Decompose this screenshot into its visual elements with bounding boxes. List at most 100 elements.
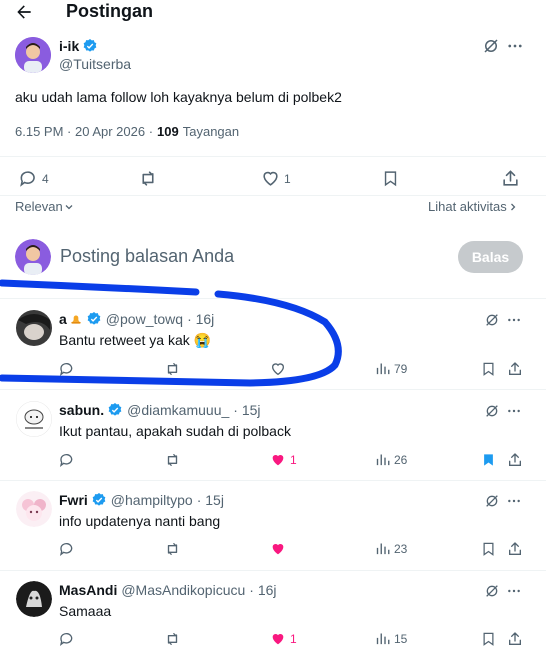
bookmark-action[interactable] — [481, 631, 496, 647]
analytics-icon — [376, 633, 390, 645]
heart-icon — [263, 171, 278, 186]
back-button[interactable] — [14, 2, 36, 22]
reply-author-name[interactable]: sabun. — [59, 402, 104, 418]
views-count: 109 — [157, 124, 179, 139]
divider — [0, 156, 546, 157]
view-activity-link[interactable]: Lihat aktivitas — [428, 199, 519, 214]
bookmark-icon — [483, 632, 494, 646]
reply-author-handle[interactable]: @pow_towq — [106, 311, 183, 327]
reply-action[interactable] — [59, 631, 75, 647]
sort-relevant-button[interactable]: Relevan — [15, 199, 75, 214]
bookmark-icon — [483, 362, 494, 376]
share-icon — [509, 453, 521, 466]
more-horizontal-icon — [508, 44, 522, 48]
reply-action[interactable] — [59, 541, 75, 557]
reply-input[interactable]: Posting balasan Anda — [60, 246, 440, 267]
post-timestamp[interactable]: 6.15 PM · 20 Apr 2026 · — [15, 124, 153, 139]
more-horizontal-icon — [508, 589, 520, 593]
page-title: Postingan — [66, 1, 154, 21]
like-action[interactable] — [270, 541, 286, 557]
like-count: 1 — [290, 632, 297, 646]
more-horizontal-icon — [508, 409, 520, 413]
avatar[interactable] — [15, 37, 51, 73]
more-options-button[interactable] — [506, 312, 522, 328]
grok-icon — [486, 314, 498, 326]
grok-icon — [484, 39, 498, 53]
reply-author-name[interactable]: Fwri — [59, 492, 88, 508]
share-icon — [503, 170, 518, 186]
grok-button[interactable] — [484, 493, 500, 509]
avatar[interactable] — [16, 401, 52, 437]
reply-author-handle[interactable]: @MasAndikopicucu — [121, 582, 245, 598]
repost-icon — [142, 171, 154, 186]
avatar[interactable] — [16, 310, 52, 346]
heart-filled-icon — [272, 634, 284, 645]
views-action[interactable]: 23 — [375, 541, 407, 556]
reply-submit-button[interactable]: Balas — [458, 241, 523, 273]
repost-icon — [167, 543, 178, 555]
more-options-button[interactable] — [506, 37, 524, 55]
post-meta: 6.15 PM · 20 Apr 2026 · 109 Tayangan — [15, 124, 239, 139]
reply-time[interactable]: · 16j — [187, 311, 214, 327]
reply-time[interactable]: · 16j — [249, 582, 276, 598]
grok-button[interactable] — [484, 403, 500, 419]
more-options-button[interactable] — [506, 403, 522, 419]
repost-action[interactable] — [164, 541, 181, 557]
more-options-button[interactable] — [506, 583, 522, 599]
analytics-icon — [376, 363, 390, 375]
bookmark-icon — [384, 171, 397, 187]
bookmark-action[interactable] — [481, 541, 496, 557]
views-action[interactable]: 79 — [375, 361, 407, 376]
bookmark-icon — [483, 542, 494, 556]
bookmark-action[interactable] — [382, 169, 399, 188]
reply-author-name[interactable]: MasAndi — [59, 582, 117, 598]
like-action[interactable]: 1 — [270, 452, 297, 468]
bookmark-action[interactable] — [481, 361, 496, 377]
grok-icon — [486, 495, 498, 507]
grok-button[interactable] — [482, 37, 500, 55]
share-action[interactable] — [507, 452, 523, 468]
reply-author-handle[interactable]: @diamkamuuu_ — [127, 402, 229, 418]
reply-text: info updatenya nanti bang — [59, 513, 221, 529]
grok-icon — [486, 585, 498, 597]
more-options-button[interactable] — [506, 493, 522, 509]
reply-action[interactable]: 4 — [19, 169, 49, 188]
repost-action[interactable] — [164, 631, 181, 647]
reply-author-handle[interactable]: @hampiltypo — [111, 492, 193, 508]
reply-count: 4 — [42, 171, 49, 186]
reply-time[interactable]: · 15j — [233, 402, 260, 418]
like-action[interactable]: 1 — [270, 631, 297, 647]
grok-button[interactable] — [484, 312, 500, 328]
views-action[interactable]: 15 — [375, 631, 407, 646]
analytics-icon — [376, 543, 390, 555]
like-action[interactable]: 1 — [261, 169, 291, 188]
repost-action[interactable] — [164, 361, 181, 377]
views-action[interactable]: 26 — [375, 452, 407, 467]
divider — [0, 480, 546, 481]
reply-action[interactable] — [59, 452, 75, 468]
reply-time[interactable]: · 15j — [197, 492, 224, 508]
avatar[interactable] — [16, 491, 52, 527]
grok-button[interactable] — [484, 583, 500, 599]
bell-emoji-icon — [71, 315, 81, 324]
reply-action[interactable] — [59, 361, 75, 377]
views-count: 15 — [394, 631, 408, 646]
share-action[interactable] — [501, 169, 520, 188]
like-action[interactable] — [270, 361, 286, 377]
repost-action[interactable] — [138, 169, 158, 188]
bookmark-action[interactable] — [481, 452, 496, 468]
sort-label: Relevan — [15, 199, 63, 214]
share-action[interactable] — [507, 631, 523, 647]
views-count: 23 — [394, 541, 408, 556]
verified-badge-icon — [92, 493, 106, 506]
author-name[interactable]: i-ik — [59, 38, 79, 54]
reply-author-name[interactable]: a — [59, 311, 67, 327]
author-handle[interactable]: @Tuitserba — [59, 56, 131, 72]
chevron-right-icon — [510, 203, 516, 210]
repost-action[interactable] — [164, 452, 181, 468]
more-horizontal-icon — [508, 318, 520, 322]
share-action[interactable] — [507, 361, 523, 377]
avatar[interactable] — [16, 581, 52, 617]
bookmark-filled-icon — [484, 454, 493, 466]
share-action[interactable] — [507, 541, 523, 557]
